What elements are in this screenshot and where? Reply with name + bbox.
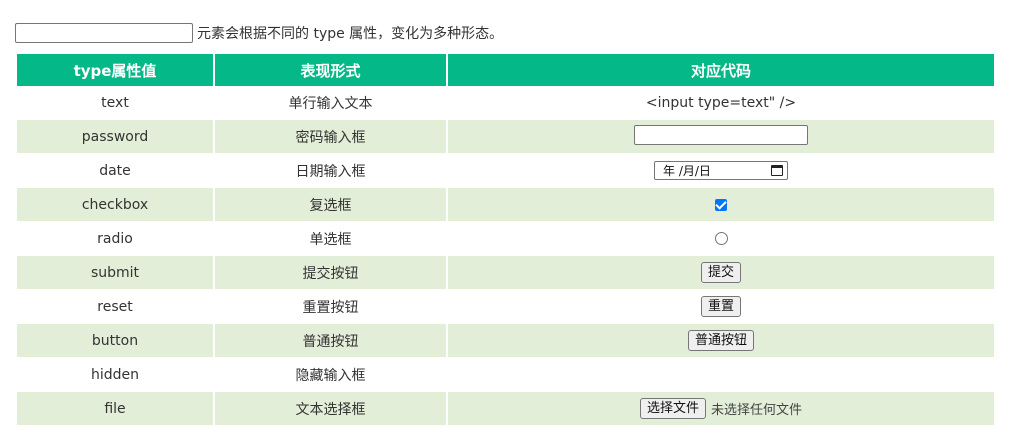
cell-code (448, 119, 994, 153)
cell-code (448, 357, 994, 391)
normal-button-demo[interactable]: 普通按钮 (687, 330, 754, 351)
cell-form: 单行输入文本 (288, 95, 373, 112)
choose-file-button[interactable]: 选择文件 (639, 398, 706, 419)
cell-form: 日期输入框 (215, 153, 446, 187)
cell-type: text (101, 94, 129, 111)
table-row: radio 单选框 (17, 221, 994, 255)
cell-type: date (17, 153, 213, 187)
cell-form: 提交按钮 (215, 255, 446, 289)
date-placeholder: 年 /月/日 (663, 164, 711, 178)
intro: 元素会根据不同的 type 属性，变化为多种形态。 (15, 22, 503, 44)
file-input-demo: 选择文件 未选择任何文件 (639, 398, 803, 419)
reset-button-demo[interactable]: 重置 (700, 296, 741, 317)
table-row: file 文本选择框 选择文件 未选择任何文件 (17, 391, 994, 425)
cell-type: checkbox (17, 187, 213, 221)
cell-form: 重置按钮 (215, 289, 446, 323)
demo-text-input[interactable] (15, 23, 193, 43)
table-row: text 单行输入文本 <input type=text" /> (17, 86, 994, 119)
cell-form: 复选框 (215, 187, 446, 221)
cell-type: password (17, 119, 213, 153)
table-row: button 普通按钮 普通按钮 (17, 323, 994, 357)
cell-type: button (17, 323, 213, 357)
cell-type: reset (17, 289, 213, 323)
cell-code (448, 221, 994, 255)
table-row: password 密码输入框 (17, 119, 994, 153)
cell-type: hidden (17, 357, 213, 391)
cell-code: 提交 (448, 255, 994, 289)
cell-code: 普通按钮 (448, 323, 994, 357)
table-header-row: type属性值 表现形式 对应代码 (17, 54, 994, 86)
cell-form: 普通按钮 (215, 323, 446, 357)
cell-form: 密码输入框 (215, 119, 446, 153)
intro-text: 元素会根据不同的 type 属性，变化为多种形态。 (197, 26, 504, 42)
cell-form: 单选框 (215, 221, 446, 255)
radio-demo[interactable] (714, 232, 728, 245)
password-input-demo[interactable] (634, 124, 808, 145)
date-input-demo[interactable]: 年 /月/日 (654, 161, 788, 180)
table-row: hidden 隐藏输入框 (17, 357, 994, 391)
cell-code (448, 187, 994, 221)
cell-code: 重置 (448, 289, 994, 323)
cell-form: 隐藏输入框 (215, 357, 446, 391)
cell-type: submit (17, 255, 213, 289)
file-status-text: 未选择任何文件 (711, 403, 803, 418)
table-row: checkbox 复选框 (17, 187, 994, 221)
cell-form: 文本选择框 (215, 391, 446, 425)
table-row: reset 重置按钮 重置 (17, 289, 994, 323)
table-row: submit 提交按钮 提交 (17, 255, 994, 289)
header-form: 表现形式 (215, 54, 446, 86)
calendar-icon[interactable] (771, 165, 783, 176)
table-row: date 日期输入框 年 /月/日 (17, 153, 994, 187)
checkbox-demo[interactable] (715, 198, 727, 211)
cell-code: 选择文件 未选择任何文件 (448, 391, 994, 425)
header-code: 对应代码 (448, 54, 994, 86)
cell-code: <input type=text" /> (645, 94, 797, 111)
input-types-table: type属性值 表现形式 对应代码 text 单行输入文本 <input typ… (15, 54, 996, 425)
cell-type: radio (17, 221, 213, 255)
submit-button-demo[interactable]: 提交 (700, 262, 741, 283)
header-type: type属性值 (17, 54, 213, 86)
cell-code: 年 /月/日 (448, 153, 994, 187)
cell-type: file (17, 391, 213, 425)
